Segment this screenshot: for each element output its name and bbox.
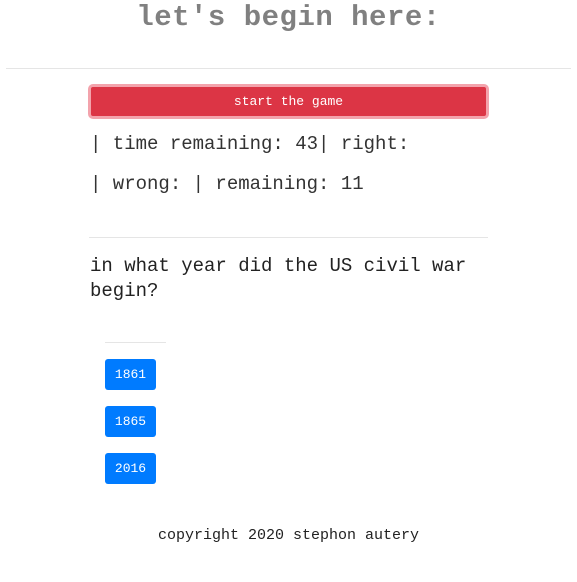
footer-copyright: copyright 2020 stephon autery xyxy=(157,527,420,544)
header-divider xyxy=(6,68,571,69)
start-game-button[interactable]: start the game xyxy=(88,84,489,119)
stats-line-wrong-remaining: | wrong: | remaining: 11 xyxy=(90,173,364,195)
stats-line-time-right: | time remaining: 43| right: xyxy=(90,133,410,155)
answer-button-1865[interactable]: 1865 xyxy=(105,406,156,437)
page: let's begin here: start the game | time … xyxy=(0,0,577,582)
answers-divider xyxy=(105,342,166,343)
question-divider xyxy=(89,237,488,238)
question-text: in what year did the US civil war begin? xyxy=(90,255,467,302)
answer-button-1861[interactable]: 1861 xyxy=(105,359,156,390)
page-title: let's begin here: xyxy=(136,1,441,34)
answer-list: 1861 1865 2016 xyxy=(105,359,156,500)
answer-button-2016[interactable]: 2016 xyxy=(105,453,156,484)
